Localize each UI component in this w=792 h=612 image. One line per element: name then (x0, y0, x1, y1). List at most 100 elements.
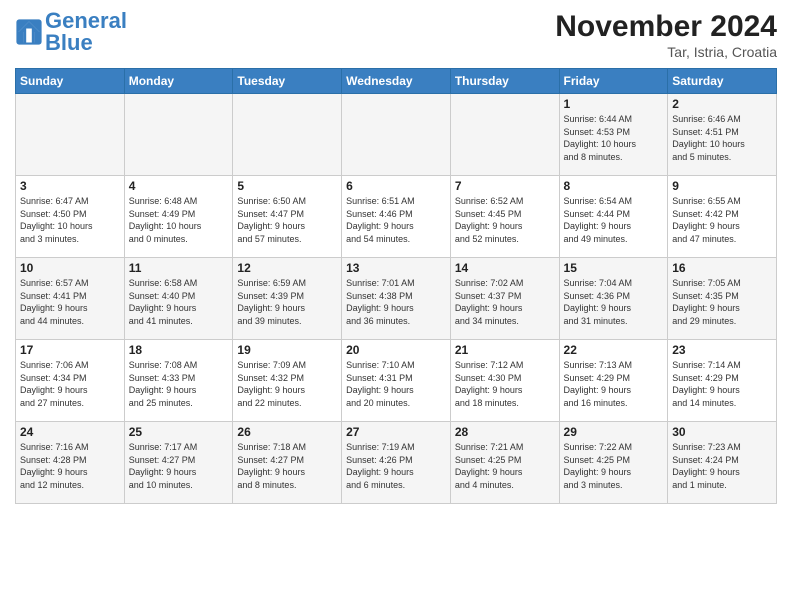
calendar-cell (124, 94, 233, 176)
month-title: November 2024 (555, 10, 777, 44)
day-number: 22 (564, 343, 664, 357)
calendar-cell: 5 Sunrise: 6:50 AM Sunset: 4:47 PM Daylig… (233, 176, 342, 258)
calendar-cell: 4 Sunrise: 6:48 AM Sunset: 4:49 PM Daylig… (124, 176, 233, 258)
day-info: Sunrise: 7:12 AM Sunset: 4:30 PM Dayligh… (455, 359, 555, 409)
day-number: 9 (672, 179, 772, 193)
logo-icon (15, 18, 43, 46)
logo-blue: Blue (45, 30, 93, 55)
day-number: 23 (672, 343, 772, 357)
calendar-cell: 20 Sunrise: 7:10 AM Sunset: 4:31 PM Dayli… (342, 340, 451, 422)
calendar-cell: 27Sunrise: 7:19 AM Sunset: 4:26 PM Dayli… (342, 422, 451, 504)
col-thursday: Thursday (450, 69, 559, 94)
day-info: Sunrise: 7:01 AM Sunset: 4:38 PM Dayligh… (346, 277, 446, 327)
calendar-cell: 24 Sunrise: 7:16 AM Sunset: 4:28 PM Dayli… (16, 422, 125, 504)
day-number: 11 (129, 261, 229, 275)
calendar-week-4: 17 Sunrise: 7:06 AM Sunset: 4:34 PM Dayli… (16, 340, 777, 422)
calendar-week-3: 10 Sunrise: 6:57 AM Sunset: 4:41 PM Dayli… (16, 258, 777, 340)
day-number: 12 (237, 261, 337, 275)
calendar-cell: 25 Sunrise: 7:17 AM Sunset: 4:27 PM Dayli… (124, 422, 233, 504)
location: Tar, Istria, Croatia (555, 44, 777, 60)
day-number: 20 (346, 343, 446, 357)
calendar-cell: 28 Sunrise: 7:21 AM Sunset: 4:25 PM Dayli… (450, 422, 559, 504)
day-info: Sunrise: 7:19 AM Sunset: 4:26 PM Dayligh… (346, 441, 446, 491)
calendar-header: Sunday Monday Tuesday Wednesday Thursday… (16, 69, 777, 94)
calendar-cell: 18Sunrise: 7:08 AM Sunset: 4:33 PM Dayli… (124, 340, 233, 422)
col-sunday: Sunday (16, 69, 125, 94)
calendar-week-1: 1Sunrise: 6:44 AM Sunset: 4:53 PM Daylig… (16, 94, 777, 176)
calendar-week-2: 3 Sunrise: 6:47 AM Sunset: 4:50 PM Daylig… (16, 176, 777, 258)
calendar-week-5: 24 Sunrise: 7:16 AM Sunset: 4:28 PM Dayli… (16, 422, 777, 504)
day-info: Sunrise: 7:10 AM Sunset: 4:31 PM Dayligh… (346, 359, 446, 409)
calendar-cell: 16 Sunrise: 7:05 AM Sunset: 4:35 PM Dayli… (668, 258, 777, 340)
col-friday: Friday (559, 69, 668, 94)
page-header: General Blue November 2024 Tar, Istria, … (15, 10, 777, 60)
calendar-cell: 13 Sunrise: 7:01 AM Sunset: 4:38 PM Dayli… (342, 258, 451, 340)
day-number: 3 (20, 179, 120, 193)
calendar-cell (342, 94, 451, 176)
day-info: Sunrise: 7:22 AM Sunset: 4:25 PM Dayligh… (564, 441, 664, 491)
calendar-cell: 6Sunrise: 6:51 AM Sunset: 4:46 PM Daylig… (342, 176, 451, 258)
day-number: 4 (129, 179, 229, 193)
day-info: Sunrise: 6:47 AM Sunset: 4:50 PM Dayligh… (20, 195, 120, 245)
col-wednesday: Wednesday (342, 69, 451, 94)
day-info: Sunrise: 7:13 AM Sunset: 4:29 PM Dayligh… (564, 359, 664, 409)
calendar-cell: 8 Sunrise: 6:54 AM Sunset: 4:44 PM Daylig… (559, 176, 668, 258)
day-info: Sunrise: 7:04 AM Sunset: 4:36 PM Dayligh… (564, 277, 664, 327)
day-info: Sunrise: 6:44 AM Sunset: 4:53 PM Dayligh… (564, 113, 664, 163)
day-number: 16 (672, 261, 772, 275)
calendar-cell: 10 Sunrise: 6:57 AM Sunset: 4:41 PM Dayli… (16, 258, 125, 340)
day-number: 17 (20, 343, 120, 357)
day-info: Sunrise: 7:23 AM Sunset: 4:24 PM Dayligh… (672, 441, 772, 491)
day-number: 10 (20, 261, 120, 275)
day-number: 26 (237, 425, 337, 439)
day-number: 28 (455, 425, 555, 439)
day-number: 29 (564, 425, 664, 439)
day-number: 25 (129, 425, 229, 439)
calendar-cell: 15 Sunrise: 7:04 AM Sunset: 4:36 PM Dayli… (559, 258, 668, 340)
day-info: Sunrise: 7:05 AM Sunset: 4:35 PM Dayligh… (672, 277, 772, 327)
day-info: Sunrise: 6:54 AM Sunset: 4:44 PM Dayligh… (564, 195, 664, 245)
calendar-body: 1Sunrise: 6:44 AM Sunset: 4:53 PM Daylig… (16, 94, 777, 504)
day-number: 2 (672, 97, 772, 111)
day-info: Sunrise: 7:17 AM Sunset: 4:27 PM Dayligh… (129, 441, 229, 491)
header-row: Sunday Monday Tuesday Wednesday Thursday… (16, 69, 777, 94)
calendar-cell: 29 Sunrise: 7:22 AM Sunset: 4:25 PM Dayli… (559, 422, 668, 504)
day-info: Sunrise: 6:57 AM Sunset: 4:41 PM Dayligh… (20, 277, 120, 327)
calendar-cell: 7Sunrise: 6:52 AM Sunset: 4:45 PM Daylig… (450, 176, 559, 258)
col-saturday: Saturday (668, 69, 777, 94)
day-number: 21 (455, 343, 555, 357)
day-info: Sunrise: 7:14 AM Sunset: 4:29 PM Dayligh… (672, 359, 772, 409)
calendar-cell: 12Sunrise: 6:59 AM Sunset: 4:39 PM Dayli… (233, 258, 342, 340)
calendar-cell: 11 Sunrise: 6:58 AM Sunset: 4:40 PM Dayli… (124, 258, 233, 340)
day-info: Sunrise: 6:52 AM Sunset: 4:45 PM Dayligh… (455, 195, 555, 245)
day-number: 24 (20, 425, 120, 439)
day-info: Sunrise: 6:48 AM Sunset: 4:49 PM Dayligh… (129, 195, 229, 245)
calendar-cell: 1Sunrise: 6:44 AM Sunset: 4:53 PM Daylig… (559, 94, 668, 176)
day-number: 8 (564, 179, 664, 193)
day-info: Sunrise: 7:08 AM Sunset: 4:33 PM Dayligh… (129, 359, 229, 409)
day-number: 5 (237, 179, 337, 193)
calendar-cell: 21 Sunrise: 7:12 AM Sunset: 4:30 PM Dayli… (450, 340, 559, 422)
day-info: Sunrise: 6:55 AM Sunset: 4:42 PM Dayligh… (672, 195, 772, 245)
calendar-cell: 22 Sunrise: 7:13 AM Sunset: 4:29 PM Dayli… (559, 340, 668, 422)
calendar-cell: 9 Sunrise: 6:55 AM Sunset: 4:42 PM Daylig… (668, 176, 777, 258)
day-info: Sunrise: 6:50 AM Sunset: 4:47 PM Dayligh… (237, 195, 337, 245)
day-number: 14 (455, 261, 555, 275)
logo-text: General Blue (45, 10, 127, 54)
calendar-cell: 23 Sunrise: 7:14 AM Sunset: 4:29 PM Dayli… (668, 340, 777, 422)
day-number: 19 (237, 343, 337, 357)
day-info: Sunrise: 6:46 AM Sunset: 4:51 PM Dayligh… (672, 113, 772, 163)
day-info: Sunrise: 7:21 AM Sunset: 4:25 PM Dayligh… (455, 441, 555, 491)
calendar-cell: 3 Sunrise: 6:47 AM Sunset: 4:50 PM Daylig… (16, 176, 125, 258)
day-number: 30 (672, 425, 772, 439)
day-number: 13 (346, 261, 446, 275)
calendar-cell: 17 Sunrise: 7:06 AM Sunset: 4:34 PM Dayli… (16, 340, 125, 422)
day-info: Sunrise: 6:58 AM Sunset: 4:40 PM Dayligh… (129, 277, 229, 327)
day-number: 6 (346, 179, 446, 193)
day-info: Sunrise: 7:06 AM Sunset: 4:34 PM Dayligh… (20, 359, 120, 409)
calendar-cell (16, 94, 125, 176)
day-info: Sunrise: 7:16 AM Sunset: 4:28 PM Dayligh… (20, 441, 120, 491)
day-number: 15 (564, 261, 664, 275)
title-section: November 2024 Tar, Istria, Croatia (555, 10, 777, 60)
calendar-cell: 30 Sunrise: 7:23 AM Sunset: 4:24 PM Dayli… (668, 422, 777, 504)
